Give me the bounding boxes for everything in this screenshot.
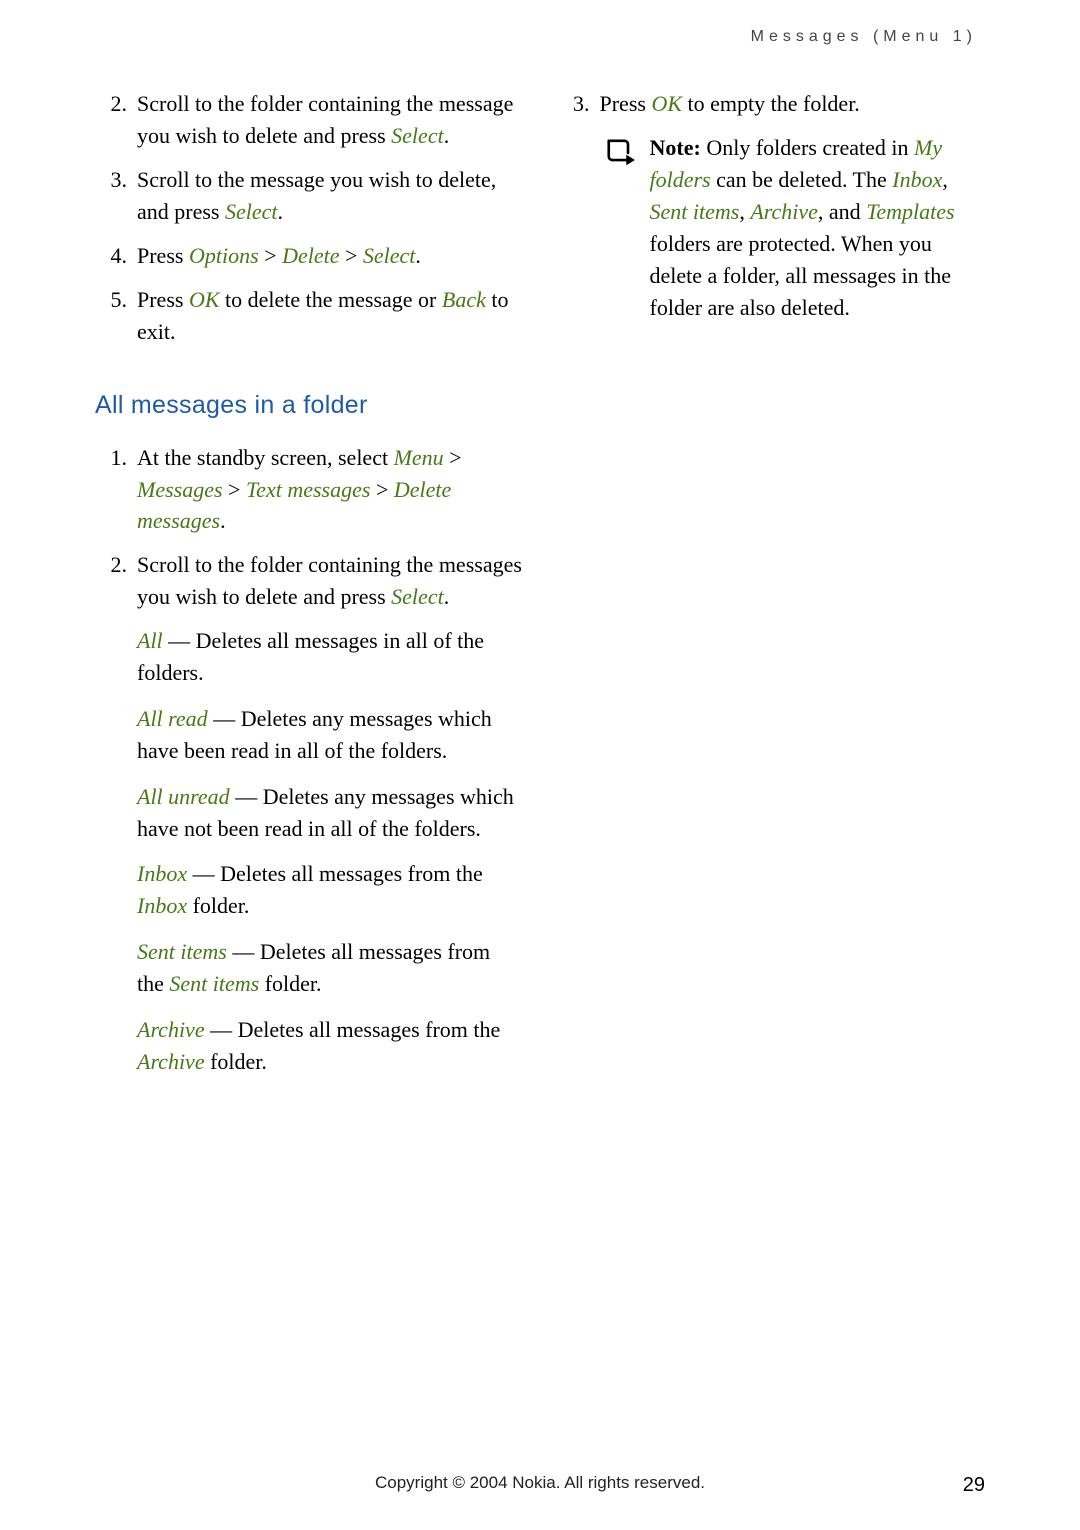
note-arrow-icon [600, 132, 650, 323]
list-number: 2. [95, 549, 137, 613]
note-block: Note: Only folders created in My folders… [600, 132, 986, 323]
list-number: 3. [95, 164, 137, 228]
ui-term: Options [189, 243, 259, 268]
ui-term: Inbox [892, 167, 942, 192]
option-description: Sent items — Deletes all messages from t… [137, 936, 523, 1000]
page-number: 29 [963, 1471, 985, 1500]
list-number: 5. [95, 284, 137, 348]
ui-term: Messages [137, 477, 223, 502]
list-number: 4. [95, 240, 137, 272]
list-text: At the standby screen, select Menu > Mes… [137, 442, 523, 538]
ui-term: Templates [866, 199, 954, 224]
ui-term: All unread [137, 784, 230, 809]
section-heading-all-messages: All messages in a folder [95, 387, 523, 423]
manual-page: Messages (Menu 1) 2.Scroll to the folder… [0, 0, 1080, 1530]
delete-options-list: All — Deletes all messages in all of the… [95, 625, 523, 1078]
delete-single-steps: 2.Scroll to the folder containing the me… [95, 88, 523, 347]
note-body: Only folders created in My folders can b… [650, 135, 955, 319]
list-item: 2.Scroll to the folder containing the me… [95, 88, 523, 152]
option-description: All — Deletes all messages in all of the… [137, 625, 523, 689]
option-description: Inbox — Deletes all messages from the In… [137, 858, 523, 922]
option-description: Archive — Deletes all messages from the … [137, 1014, 523, 1078]
content-columns: 2.Scroll to the folder containing the me… [95, 88, 985, 1092]
ui-term: Archive [137, 1017, 205, 1042]
ui-term: Menu [394, 445, 444, 470]
list-number: 3. [558, 88, 600, 120]
ui-term: Archive [750, 199, 818, 224]
list-text: Press Options > Delete > Select. [137, 240, 523, 272]
list-item: 3.Press OK to empty the folder. [558, 88, 986, 120]
ui-term: Select [225, 199, 278, 224]
list-item: 2.Scroll to the folder containing the me… [95, 549, 523, 613]
ui-term: Back [442, 287, 486, 312]
left-column: 2.Scroll to the folder containing the me… [95, 88, 523, 1092]
ui-term: Archive [137, 1049, 205, 1074]
list-number: 1. [95, 442, 137, 538]
list-text: Scroll to the message you wish to delete… [137, 164, 523, 228]
page-header: Messages (Menu 1) [95, 25, 985, 48]
option-description: All unread — Deletes any messages which … [137, 781, 523, 845]
ui-term: Sent items [169, 971, 259, 996]
list-text: Press OK to delete the message or Back t… [137, 284, 523, 348]
ui-term: Select [391, 123, 444, 148]
delete-folder-steps-cont: 3.Press OK to empty the folder. [558, 88, 986, 120]
list-number: 2. [95, 88, 137, 152]
ui-term: Select [363, 243, 416, 268]
ui-term: OK [189, 287, 220, 312]
ui-term: Text messages [246, 477, 370, 502]
list-text: Scroll to the folder containing the mess… [137, 549, 523, 613]
ui-term: Sent items [650, 199, 740, 224]
list-item: 1.At the standby screen, select Menu > M… [95, 442, 523, 538]
note-label: Note: [650, 135, 701, 160]
list-text: Scroll to the folder containing the mess… [137, 88, 523, 152]
note-text: Note: Only folders created in My folders… [650, 132, 986, 323]
ui-term: OK [651, 91, 682, 116]
list-item: 5.Press OK to delete the message or Back… [95, 284, 523, 348]
list-item: 3.Scroll to the message you wish to dele… [95, 164, 523, 228]
ui-term: Sent items [137, 939, 227, 964]
ui-term: Inbox [137, 893, 187, 918]
list-item: 4.Press Options > Delete > Select. [95, 240, 523, 272]
ui-term: Delete [282, 243, 339, 268]
option-description: All read — Deletes any messages which ha… [137, 703, 523, 767]
delete-folder-steps: 1.At the standby screen, select Menu > M… [95, 442, 523, 613]
right-column: 3.Press OK to empty the folder. Note: On… [558, 88, 986, 1092]
list-text: Press OK to empty the folder. [600, 88, 986, 120]
ui-term: Select [391, 584, 444, 609]
copyright-footer: Copyright © 2004 Nokia. All rights reser… [0, 1471, 1080, 1496]
ui-term: All read [137, 706, 208, 731]
ui-term: All [137, 628, 163, 653]
ui-term: Inbox [137, 861, 187, 886]
